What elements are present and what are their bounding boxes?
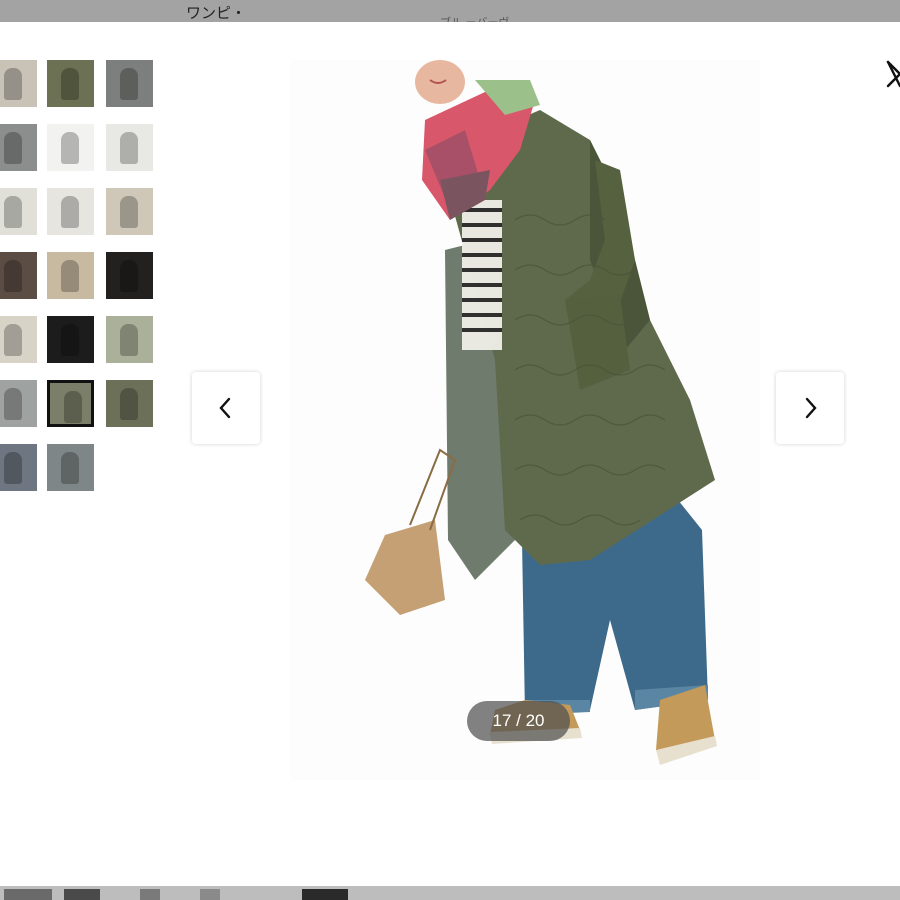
thumbnail-3[interactable] (106, 60, 153, 107)
thumbnail-15[interactable] (106, 316, 153, 363)
thumbnail-10[interactable] (0, 252, 37, 299)
thumbnail-image (4, 260, 22, 292)
thumbnail-image (61, 452, 79, 484)
background-thumb (64, 889, 100, 900)
thumbnail-1[interactable] (0, 60, 37, 107)
thumbnail-image (64, 391, 82, 423)
thumbnail-image (120, 324, 138, 356)
thumbnail-image (61, 324, 79, 356)
handbag (365, 520, 445, 615)
main-image-viewer (290, 60, 760, 780)
thumbnail-9[interactable] (106, 188, 153, 235)
background-page-text: ブル ーバーヴ (440, 14, 900, 22)
thumbnail-image (61, 196, 79, 228)
thumbnail-16[interactable] (0, 380, 37, 427)
thumbnail-12[interactable] (106, 252, 153, 299)
close-button[interactable] (874, 58, 900, 92)
thumbnail-image (120, 260, 138, 292)
thumbnail-4[interactable] (0, 124, 37, 171)
thumbnail-image (61, 68, 79, 100)
thumbnail-13[interactable] (0, 316, 37, 363)
thumbnail-image (4, 388, 22, 420)
thumbnail-5[interactable] (47, 124, 94, 171)
thumbnail-image (120, 196, 138, 228)
background-thumb (140, 889, 160, 900)
background-thumb (302, 889, 348, 900)
background-thumb (200, 889, 220, 900)
thumbnail-image (61, 132, 79, 164)
thumbnail-6[interactable] (106, 124, 153, 171)
thumbnail-image (4, 132, 22, 164)
image-gallery-modal: 17 / 20 (0, 22, 900, 886)
thumbnail-20[interactable] (47, 444, 94, 491)
thumbnail-2[interactable] (47, 60, 94, 107)
previous-image-button[interactable] (192, 372, 260, 444)
thumbnail-image (120, 68, 138, 100)
thumbnail-14[interactable] (47, 316, 94, 363)
thumbnail-image (61, 260, 79, 292)
thumbnail-image (120, 388, 138, 420)
product-photo (365, 60, 717, 765)
background-page-title: ワンピ・ (186, 4, 247, 22)
thumbnail-17[interactable] (47, 380, 94, 427)
image-counter: 17 / 20 (467, 701, 570, 741)
background-thumb (4, 889, 52, 900)
thumbnail-image (4, 452, 22, 484)
thumbnail-image (4, 68, 22, 100)
background-image-strip (0, 886, 900, 900)
close-icon (886, 60, 900, 88)
thumbnail-18[interactable] (106, 380, 153, 427)
thumbnail-19[interactable] (0, 444, 37, 491)
thumbnail-image (4, 324, 22, 356)
thumbnail-image (4, 196, 22, 228)
chevron-left-icon (219, 397, 231, 419)
thumbnail-11[interactable] (47, 252, 94, 299)
striped-shirt (462, 200, 502, 350)
thumbnail-image (120, 132, 138, 164)
thumbnail-8[interactable] (47, 188, 94, 235)
chevron-right-icon (805, 397, 817, 419)
next-image-button[interactable] (776, 372, 844, 444)
thumbnail-7[interactable] (0, 188, 37, 235)
